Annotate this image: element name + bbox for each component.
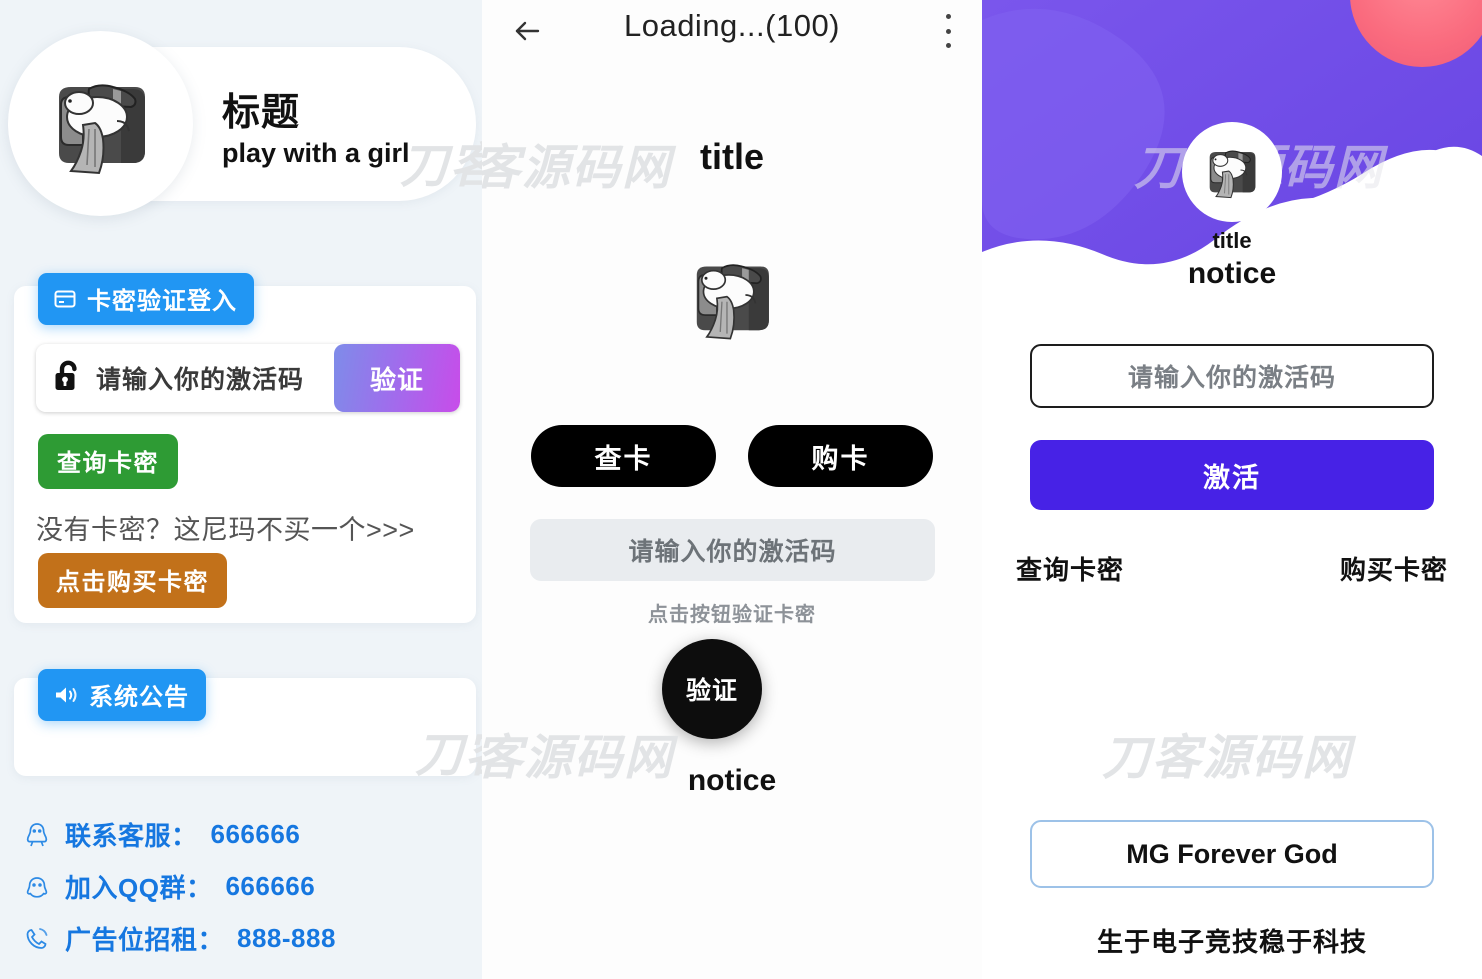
footer-box[interactable]: MG Forever God [1030,820,1434,888]
buy-card-link[interactable]: 购买卡密 [1340,550,1448,587]
system-notice-badge: 系统公告 [38,669,206,721]
contact-list: 联系客服： 666666 加入QQ群： 666666 广告位招租： 888-88… [22,816,336,972]
page-subtitle: play with a girl [222,137,410,168]
avatar [8,31,193,216]
contact-value: 666666 [225,871,316,901]
page-title: 标题 [222,92,301,134]
check-card-button[interactable]: 查卡 [531,425,716,487]
contact-label: 广告位招租： [65,925,225,955]
verify-button[interactable]: 验证 [662,639,762,739]
login-card-badge-label: 卡密验证登入 [87,288,237,315]
verify-hint: 点击按钮验证卡密 [648,604,816,626]
contact-value: 666666 [210,819,301,849]
system-notice-badge-label: 系统公告 [89,684,189,711]
query-card-link[interactable]: 查询卡密 [1016,550,1124,587]
contact-item-ad[interactable]: 广告位招租： 888-888 [22,920,336,957]
secondary-links: 查询卡密 购买卡密 [1016,550,1448,587]
right-panel: 刀客源码网 刀客源码网 title notic [982,0,1482,979]
buy-card-button[interactable]: 点击购买卡密 [38,553,227,608]
phone-icon [22,926,52,952]
mid-topbar-title: Loading...(100) [623,8,841,43]
card-icon [53,287,77,311]
qq-group-icon [22,873,52,901]
bear-on-armchair-logo-icon [1198,137,1266,208]
mid-logo [482,243,982,352]
activation-code-placeholder: 请输入你的激活码 [96,366,305,394]
app-screenshot: 刀客源码网 刀客源码网 标题 play with a girl [0,0,1482,979]
mid-action-buttons: 查卡 购卡 [482,425,982,487]
query-card-button[interactable]: 查询卡密 [38,434,178,489]
verify-button[interactable]: 验证 [334,344,460,412]
kebab-menu-icon[interactable] [944,14,952,48]
bear-on-armchair-logo-icon [37,59,165,188]
notice-label: notice [687,764,777,797]
speaker-icon [53,683,79,707]
hero-title: title [1212,228,1252,253]
contact-label: 联系客服： [65,821,198,851]
contact-label: 加入QQ群： [65,873,213,903]
avatar [1182,122,1282,222]
activate-button[interactable]: 激活 [1030,440,1434,510]
login-card-badge: 卡密验证登入 [38,273,254,325]
contact-item-service[interactable]: 联系客服： 666666 [22,816,336,853]
activation-code-input[interactable]: 请输入你的激活码 [530,519,935,581]
activation-code-input[interactable]: 请输入你的激活码 [1030,344,1434,408]
slogan: 生于电子竞技稳于科技 [1096,927,1367,957]
activation-code-input[interactable]: 请输入你的激活码 [36,344,334,412]
contact-value: 888-888 [237,923,336,953]
qq-penguin-icon [22,821,52,849]
hero-notice: notice [1187,257,1277,290]
mid-topbar: Loading...(100) [482,0,982,60]
contact-item-qq-group[interactable]: 加入QQ群： 666666 [22,868,336,905]
left-panel: 刀客源码网 刀客源码网 标题 play with a girl [0,0,482,979]
activation-code-row: 请输入你的激活码 验证 [36,344,460,412]
profile-header-text: 标题 play with a girl [222,92,410,170]
middle-panel: 刀客源码网 刀客源码网 Loading...(100) title [482,0,982,979]
mid-title: title [699,136,764,177]
watermark: 刀客源码网 [1102,732,1353,785]
promo-text: 没有卡密？这尼玛不买一个>>> [36,515,415,545]
unlock-icon [53,359,83,398]
buy-card-button[interactable]: 购卡 [748,425,933,487]
bear-on-armchair-logo-icon [678,243,786,352]
